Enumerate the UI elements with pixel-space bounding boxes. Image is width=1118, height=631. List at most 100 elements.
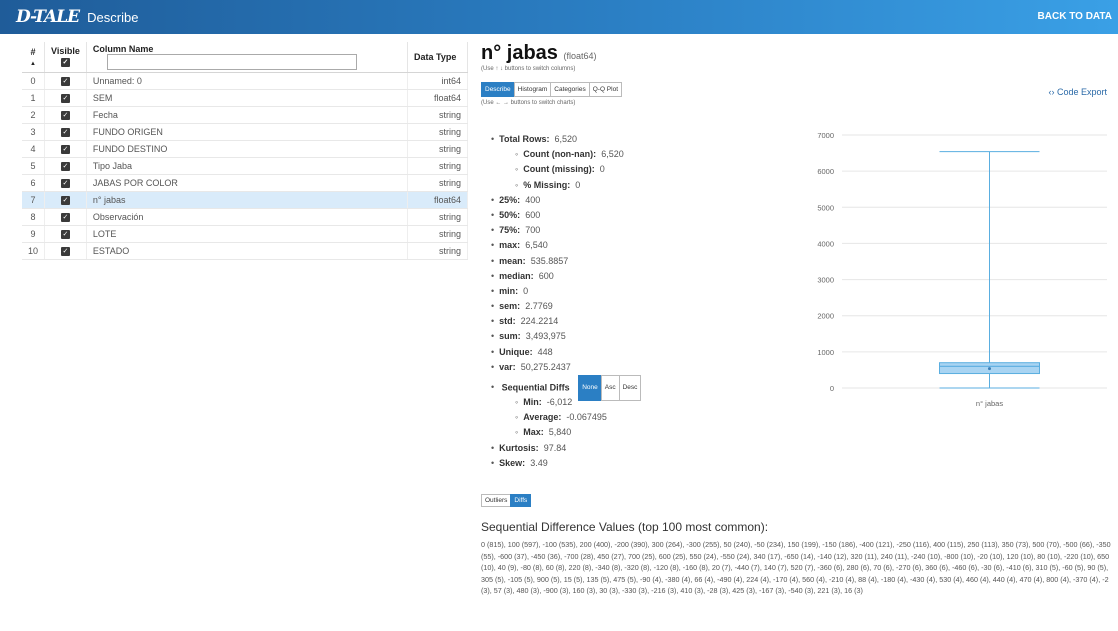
tab-categories[interactable]: Categories: [550, 82, 590, 97]
table-row[interactable]: 7 ✓ n° jabas float64: [22, 191, 468, 209]
visible-cell: ✓: [44, 191, 87, 209]
visible-checkbox[interactable]: ✓: [60, 77, 70, 86]
stat-value: 600: [525, 209, 541, 220]
outliers-button[interactable]: Outliers: [481, 494, 512, 508]
row-index: 0: [22, 72, 46, 90]
stat-label: Max:: [523, 427, 544, 438]
y-tick-label: 2000: [817, 312, 834, 321]
sort-desc-button[interactable]: Desc: [618, 375, 642, 401]
column-name-cell: FUNDO ORIGEN: [86, 123, 409, 141]
table-row[interactable]: 5 ✓ Tipo Jaba string: [22, 157, 468, 175]
stat-label: Total Rows:: [499, 134, 550, 144]
code-export-link[interactable]: ‹› Code Export: [1048, 87, 1107, 97]
stat-label: Unique:: [499, 346, 533, 357]
stat-label: Average:: [523, 412, 562, 423]
sort-none-button[interactable]: None: [578, 375, 602, 401]
stat-item: Skew: 3.49: [491, 456, 640, 471]
stat-label: var:: [499, 361, 516, 372]
visible-cell: ✓: [44, 242, 87, 260]
visible-checkbox[interactable]: ✓: [60, 213, 70, 222]
sort-up-icon: ▲: [30, 60, 36, 67]
table-row[interactable]: 3 ✓ FUNDO ORIGEN string: [22, 123, 468, 141]
top-bar: D-TALE Describe BACK TO DATA: [0, 0, 1118, 34]
visible-cell: ✓: [44, 72, 87, 90]
visible-checkbox[interactable]: ✓: [60, 111, 70, 120]
visible-cell: ✓: [44, 106, 87, 124]
data-type-cell: float64: [407, 89, 468, 107]
stat-label: mean:: [499, 255, 526, 266]
row-index: 9: [22, 225, 46, 243]
column-name-cell: Tipo Jaba: [86, 157, 409, 175]
stat-item: 25%: 400: [491, 193, 640, 208]
table-row[interactable]: 4 ✓ FUNDO DESTINO string: [22, 140, 468, 158]
stat-item: Kurtosis: 97.84: [491, 441, 640, 456]
table-row[interactable]: 6 ✓ JABAS POR COLOR string: [22, 174, 468, 192]
column-title: n° jabas (float64): [481, 42, 597, 64]
stat-value: 2.7769: [525, 301, 553, 312]
visible-checkbox[interactable]: ✓: [60, 145, 70, 154]
data-type-cell: string: [407, 225, 468, 243]
stat-value: -0.067495: [566, 412, 607, 423]
chart-tabs: Describe Histogram Categories Q-Q Plot: [481, 82, 1111, 97]
diffs-button[interactable]: Diffs: [510, 494, 532, 508]
y-tick-label: 7000: [817, 131, 834, 140]
column-name-cell: ESTADO: [86, 242, 409, 260]
visible-checkbox[interactable]: ✓: [60, 128, 70, 137]
row-index: 4: [22, 140, 46, 158]
data-type-cell: string: [407, 208, 468, 226]
stat-item: Max: 5,840: [491, 425, 640, 440]
y-tick-label: 3000: [817, 276, 834, 285]
seq-diffs-label: Sequential Diffs: [501, 382, 570, 393]
stat-label: sum:: [499, 331, 521, 342]
tab-describe[interactable]: Describe: [481, 82, 515, 97]
data-type-cell: string: [407, 174, 468, 192]
stat-value: 50,275.2437: [520, 361, 571, 372]
visible-checkbox[interactable]: ✓: [60, 162, 70, 171]
stat-value: -6,012: [546, 397, 573, 407]
tab-histogram[interactable]: Histogram: [513, 82, 552, 97]
table-row[interactable]: 1 ✓ SEM float64: [22, 89, 468, 107]
visible-checkbox[interactable]: ✓: [60, 247, 70, 256]
table-row[interactable]: 10 ✓ ESTADO string: [22, 242, 468, 260]
column-name-cell: LOTE: [86, 225, 409, 243]
visible-checkbox[interactable]: ✓: [60, 196, 70, 205]
stat-value: 224.2214: [520, 316, 559, 327]
column-name-cell: JABAS POR COLOR: [86, 174, 409, 192]
stat-item: Count (non-nan): 6,520: [491, 147, 640, 162]
columns-table: # ▲ Visible ✓ Column Name Data Type 0 ✓ Un…: [22, 42, 468, 260]
visible-header-label: Visible: [51, 46, 80, 57]
stat-value: 6,540: [525, 240, 548, 251]
seq-diffs-row: Sequential Diffs NoneAscDesc: [491, 375, 642, 401]
table-row[interactable]: 2 ✓ Fecha string: [22, 106, 468, 124]
column-name-cell: Fecha: [86, 106, 409, 124]
data-type-cell: string: [407, 157, 468, 175]
visible-cell: ✓: [44, 225, 87, 243]
stat-value: 0: [575, 179, 581, 190]
row-index: 5: [22, 157, 46, 175]
visible-checkbox[interactable]: ✓: [60, 179, 70, 188]
column-name-cell: FUNDO DESTINO: [86, 140, 409, 158]
stat-label: Min:: [523, 397, 542, 407]
stat-item: mean: 535.8857: [491, 254, 640, 269]
back-to-data-link[interactable]: BACK TO DATA: [1038, 11, 1112, 22]
table-row[interactable]: 9 ✓ LOTE string: [22, 225, 468, 243]
column-search-input[interactable]: [106, 53, 357, 70]
x-category-label: n° jabas: [976, 399, 1003, 408]
index-header[interactable]: # ▲: [22, 42, 46, 73]
toggle-all-visible-checkbox[interactable]: ✓: [60, 58, 70, 68]
sort-asc-button[interactable]: Asc: [600, 375, 620, 401]
stat-value: 400: [525, 194, 541, 205]
column-switch-hint: (Use ↑ ↓ buttons to switch columns): [481, 66, 576, 72]
visible-checkbox[interactable]: ✓: [60, 230, 70, 239]
data-type-cell: int64: [407, 72, 468, 90]
visible-cell: ✓: [44, 174, 87, 192]
stat-label: Skew:: [499, 457, 526, 468]
stat-item: 75%: 700: [491, 223, 640, 238]
stat-value: 6,520: [601, 149, 624, 160]
tab-qq-plot[interactable]: Q-Q Plot: [588, 82, 623, 97]
table-row[interactable]: 8 ✓ Observación string: [22, 208, 468, 226]
seq-diff-title: Sequential Difference Values (top 100 mo…: [481, 520, 769, 534]
table-row[interactable]: 0 ✓ Unnamed: 0 int64: [22, 72, 468, 90]
stat-item: sem: 2.7769: [491, 299, 640, 314]
visible-checkbox[interactable]: ✓: [60, 94, 70, 103]
